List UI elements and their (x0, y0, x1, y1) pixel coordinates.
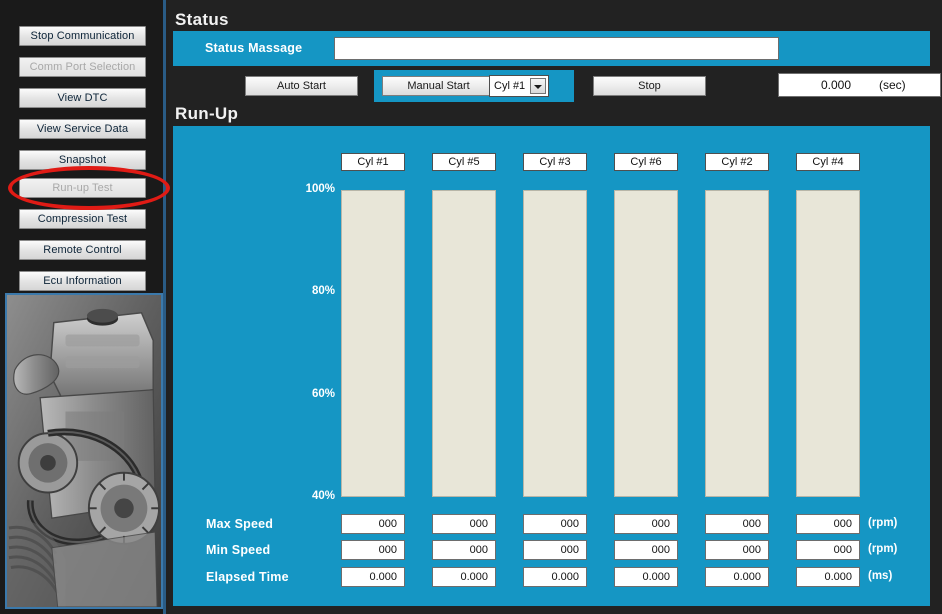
sidebar-button-view-dtc[interactable]: View DTC (19, 88, 146, 108)
auto-start-button[interactable]: Auto Start (245, 76, 358, 96)
cell-elapsed-time-cyl5: 0.000 (705, 567, 769, 587)
cell-elapsed-time-cyl6: 0.000 (796, 567, 860, 587)
bar-2 (432, 190, 496, 497)
cylinder-select-value: Cyl #1 (494, 80, 526, 92)
cylinder-header-2: Cyl #5 (432, 153, 496, 171)
bar-4 (614, 190, 678, 497)
cell-elapsed-time-cyl4: 0.000 (614, 567, 678, 587)
y-axis-tick-100: 100% (305, 183, 335, 195)
y-axis-tick-40: 40% (311, 490, 335, 502)
bar-1 (341, 190, 405, 497)
runup-panel: 100% 80% 60% 40% Cyl #1 Cyl #5 Cyl #3 Cyl #6 Cy… (173, 126, 930, 606)
runup-section-title: Run-Up (175, 104, 239, 123)
elapsed-timer-unit: (sec) (879, 78, 906, 92)
cell-min-speed-cyl6: 000 (796, 540, 860, 560)
chevron-down-icon[interactable] (530, 78, 546, 94)
cell-max-speed-cyl2: 000 (432, 514, 496, 534)
sidebar-button-comm-port-selection: Comm Port Selection (19, 57, 146, 77)
cell-max-speed-cyl4: 000 (614, 514, 678, 534)
cell-min-speed-cyl2: 000 (432, 540, 496, 560)
cell-elapsed-time-cyl2: 0.000 (432, 567, 496, 587)
sidebar: Stop Communication Comm Port Selection Vie… (0, 0, 166, 614)
unit-elapsed-time: (ms) (868, 570, 893, 582)
y-axis-tick-60: 60% (311, 387, 335, 400)
application-window: Stop Communication Comm Port Selection Vie… (0, 0, 942, 614)
status-section-title: Status (175, 10, 229, 29)
unit-max-speed: (rpm) (868, 517, 898, 529)
engine-photo (5, 293, 163, 609)
row-label-elapsed-time: Elapsed Time (206, 570, 289, 584)
sidebar-button-snapshot[interactable]: Snapshot (19, 150, 146, 170)
main-content: Status Status Massage Auto Start Manual … (169, 0, 942, 614)
cylinder-header-6: Cyl #4 (796, 153, 860, 171)
cell-max-speed-cyl3: 000 (523, 514, 587, 534)
bar-3 (523, 190, 587, 497)
cell-elapsed-time-cyl3: 0.000 (523, 567, 587, 587)
sidebar-button-run-up-test: Run-up Test (19, 178, 146, 198)
cylinder-header-5: Cyl #2 (705, 153, 769, 171)
stop-button[interactable]: Stop (593, 76, 706, 96)
cell-max-speed-cyl5: 000 (705, 514, 769, 534)
cell-max-speed-cyl1: 000 (341, 514, 405, 534)
sidebar-button-remote-control[interactable]: Remote Control (19, 240, 146, 260)
cell-min-speed-cyl5: 000 (705, 540, 769, 560)
bar-5 (705, 190, 769, 497)
cell-elapsed-time-cyl1: 0.000 (341, 567, 405, 587)
cell-min-speed-cyl4: 000 (614, 540, 678, 560)
cell-max-speed-cyl6: 000 (796, 514, 860, 534)
bar-6 (796, 190, 860, 497)
cell-min-speed-cyl1: 000 (341, 540, 405, 560)
sidebar-button-view-service-data[interactable]: View Service Data (19, 119, 146, 139)
cylinder-select[interactable]: Cyl #1 (489, 75, 549, 97)
runup-bar-chart: 100% 80% 60% 40% Cyl #1 Cyl #5 Cyl #3 Cyl #6 Cy… (173, 126, 930, 606)
status-message-input[interactable] (334, 37, 779, 60)
sidebar-button-compression-test[interactable]: Compression Test (19, 209, 146, 229)
cylinder-header-4: Cyl #6 (614, 153, 678, 171)
unit-min-speed: (rpm) (868, 543, 898, 555)
cell-min-speed-cyl3: 000 (523, 540, 587, 560)
row-label-max-speed: Max Speed (206, 517, 274, 531)
row-label-min-speed: Min Speed (206, 543, 271, 557)
status-message-label: Status Massage (205, 41, 303, 55)
manual-start-button[interactable]: Manual Start (382, 76, 495, 96)
elapsed-timer-field: 0.000 (sec) (778, 73, 941, 97)
cylinder-header-1: Cyl #1 (341, 153, 405, 171)
status-panel: Status Massage (173, 31, 930, 66)
y-axis-tick-80: 80% (311, 285, 335, 298)
sidebar-button-stop-communication[interactable]: Stop Communication (19, 26, 146, 46)
elapsed-timer-value: 0.000 (821, 78, 852, 92)
cylinder-header-3: Cyl #3 (523, 153, 587, 171)
sidebar-button-ecu-information[interactable]: Ecu Information (19, 271, 146, 291)
